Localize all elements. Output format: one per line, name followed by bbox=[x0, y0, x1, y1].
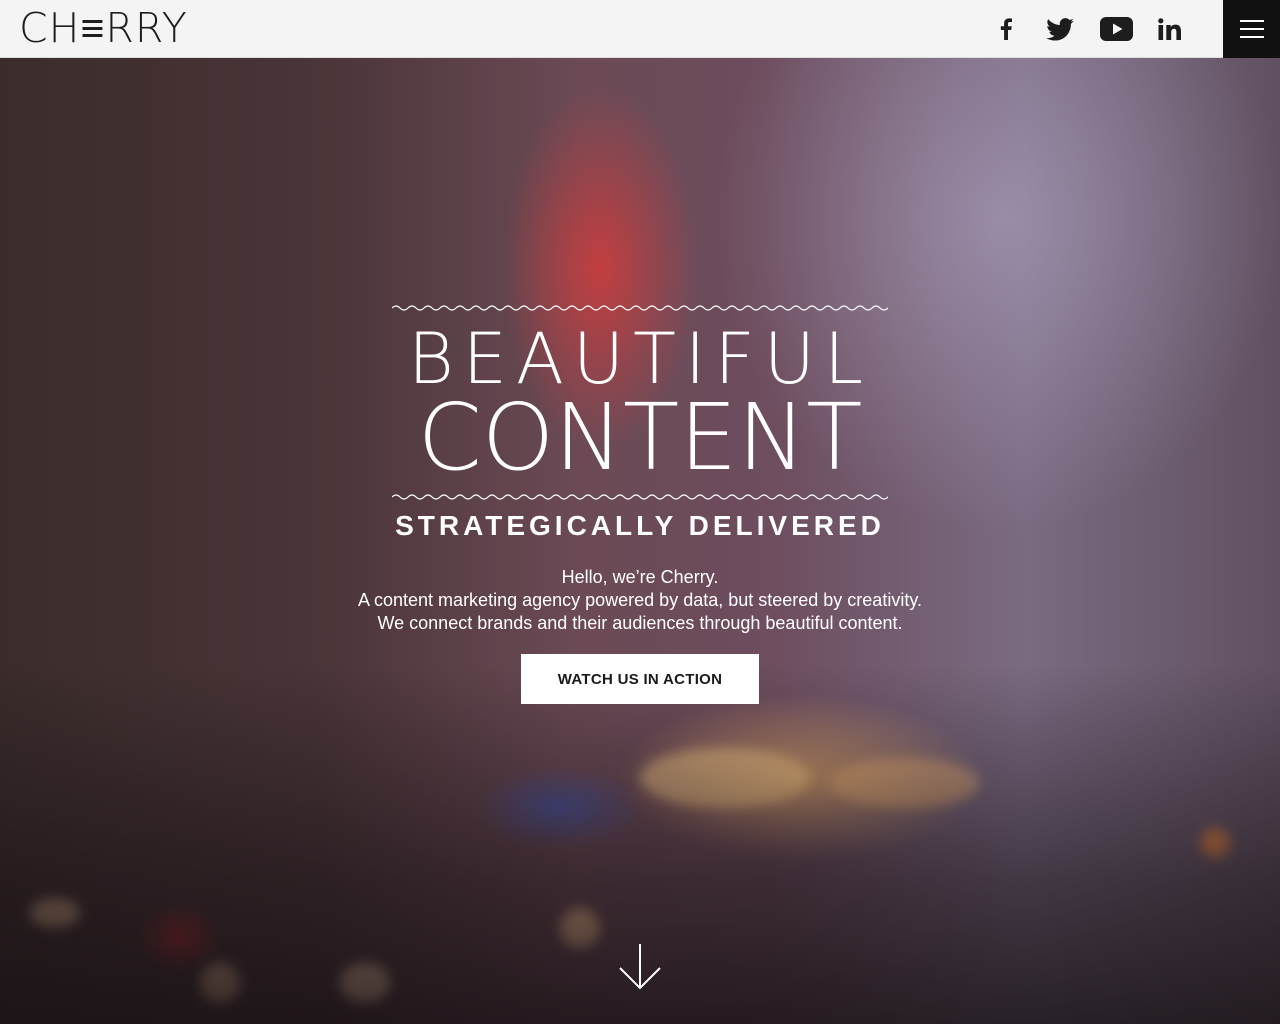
menu-button[interactable] bbox=[1223, 0, 1280, 58]
top-squiggle-divider bbox=[392, 305, 888, 311]
bottom-squiggle-divider bbox=[392, 494, 888, 500]
arrow-down-icon[interactable] bbox=[618, 942, 662, 992]
hero-content: BEAUTIFUL CONTENT STRATEGICALLY DELIVERE… bbox=[0, 58, 1280, 1024]
site-header: CH≡RRY bbox=[0, 0, 1280, 58]
linkedin-icon[interactable] bbox=[1156, 14, 1184, 44]
cherry-logo[interactable]: CH≡RRY bbox=[19, 6, 188, 50]
intro-line: A content marketing agency powered by da… bbox=[358, 590, 922, 610]
headline-content: CONTENT bbox=[417, 384, 863, 491]
youtube-icon[interactable] bbox=[1098, 14, 1134, 44]
twitter-icon[interactable] bbox=[1045, 14, 1075, 44]
intro-text: Hello, we’re Cherry. A content marketing… bbox=[240, 566, 1040, 635]
intro-line: We connect brands and their audiences th… bbox=[377, 613, 903, 633]
intro-line: Hello, we’re Cherry. bbox=[561, 567, 719, 587]
hero-section: BEAUTIFUL CONTENT STRATEGICALLY DELIVERE… bbox=[0, 58, 1280, 1024]
hamburger-icon bbox=[1239, 20, 1264, 22]
subheadline: STRATEGICALLY DELIVERED bbox=[395, 510, 885, 541]
watch-us-in-action-button[interactable]: WATCH US IN ACTION bbox=[521, 654, 759, 704]
facebook-icon[interactable] bbox=[993, 14, 1019, 44]
